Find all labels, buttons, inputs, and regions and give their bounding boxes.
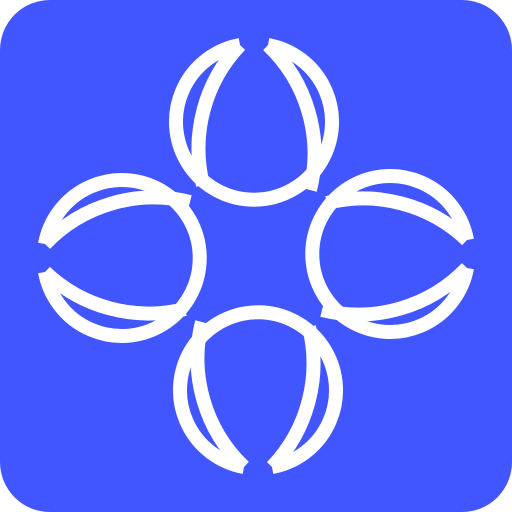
icon-background bbox=[0, 0, 512, 512]
app-icon bbox=[0, 0, 512, 512]
